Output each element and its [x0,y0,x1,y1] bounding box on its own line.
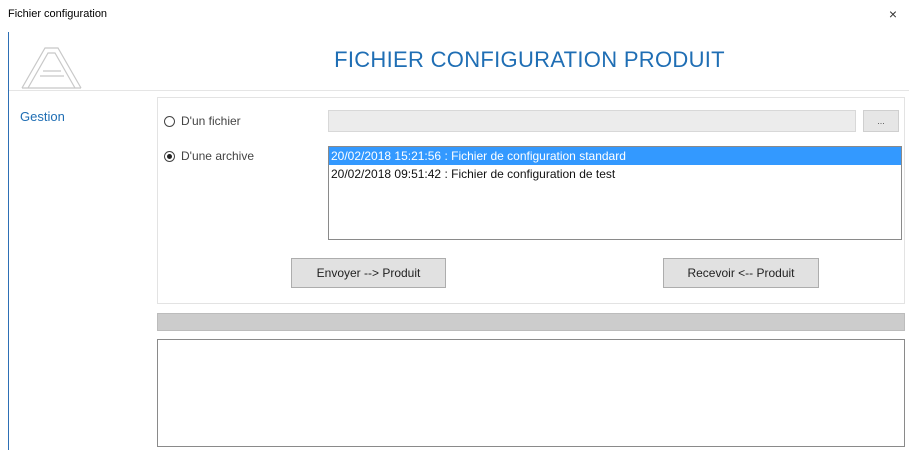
window-left-border [8,32,9,450]
archive-description: Fichier de configuration standard [451,149,626,163]
log-output [157,339,905,447]
progress-bar [157,313,905,331]
radio-from-archive-label: D'une archive [181,149,254,163]
receive-from-product-button[interactable]: Recevoir <-- Produit [663,258,819,288]
archive-separator: : [441,149,452,163]
radio-unchecked-icon[interactable] [164,115,175,127]
page-title: FICHIER CONFIGURATION PRODUIT [334,47,725,72]
browse-button[interactable]: ... [863,110,899,132]
window-title: Fichier configuration [8,8,108,20]
send-to-product-button[interactable]: Envoyer --> Produit [291,258,446,288]
logo-icon [18,44,84,90]
radio-checked-icon[interactable] [164,150,175,162]
sidebar-item-gestion[interactable]: Gestion [20,109,65,124]
radio-from-file[interactable]: D'un fichier [164,114,241,128]
file-path-input[interactable] [328,110,856,132]
archive-list-item[interactable]: 20/02/2018 15:21:56 : Fichier de configu… [329,147,901,165]
radio-from-file-label: D'un fichier [181,114,241,128]
header-divider [9,90,909,91]
archive-separator: : [441,167,452,181]
archive-date: 20/02/2018 09:51:42 [331,167,442,181]
radio-from-archive[interactable]: D'une archive [164,149,254,163]
archive-date: 20/02/2018 15:21:56 [331,149,442,163]
archive-description: Fichier de configuration de test [451,167,616,181]
archive-list-item[interactable]: 20/02/2018 09:51:42 : Fichier de configu… [329,165,901,183]
archive-list[interactable]: 20/02/2018 15:21:56 : Fichier de configu… [328,146,902,240]
close-icon[interactable]: × [885,6,901,22]
